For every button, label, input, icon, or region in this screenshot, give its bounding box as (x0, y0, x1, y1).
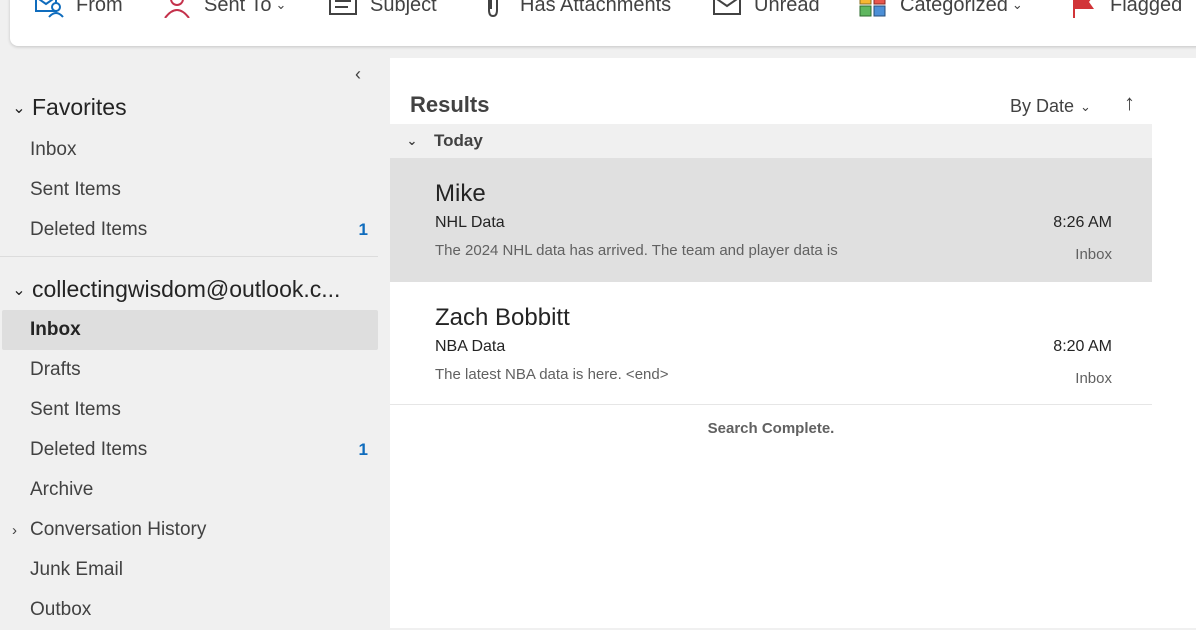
filter-subject-label: Subject (370, 0, 437, 16)
results-title: Results (410, 92, 490, 117)
search-filter-ribbon: From Sent To ⌄ Subject Has Attachments U… (10, 0, 1196, 46)
folder-label: Deleted Items (30, 219, 148, 240)
folder-item-inbox[interactable]: Inbox (2, 310, 378, 350)
message-subject: NBA Data (435, 338, 506, 355)
folder-label: Deleted Items (30, 439, 148, 460)
message-list-pane: Results By Date ⌄ ↑ ⌄ Today Mike NHL Dat… (390, 58, 1196, 628)
folder-item-outbox[interactable]: Outbox (2, 590, 378, 630)
folder-item-deleted-items[interactable]: Deleted Items 1 (2, 430, 378, 470)
category-icon (858, 0, 888, 18)
filter-subject[interactable]: Subject (328, 0, 437, 20)
sort-by-dropdown[interactable]: By Date ⌄ (1010, 96, 1091, 117)
folder-item-sent-items[interactable]: Sent Items (2, 390, 378, 430)
unread-count-badge: 1 (358, 220, 368, 239)
message-time: 8:26 AM (1053, 214, 1112, 231)
filter-unread-label: Unread (754, 0, 820, 16)
search-status: Search Complete. (707, 420, 835, 437)
favorites-group-header[interactable]: ⌄ Favorites (8, 94, 127, 121)
date-group-header[interactable]: ⌄ Today (390, 124, 1152, 158)
message-sender: Mike (435, 180, 486, 207)
sort-label: By Date (1010, 96, 1075, 116)
favorites-item-inbox[interactable]: Inbox (2, 130, 378, 170)
folder-label: Junk Email (30, 559, 123, 580)
folder-item-archive[interactable]: Archive (2, 470, 378, 510)
filter-from[interactable]: From (34, 0, 123, 20)
folder-label: Drafts (30, 359, 81, 380)
sort-direction-icon[interactable]: ↑ (1124, 90, 1135, 116)
list-separator (390, 404, 1152, 405)
account-group-header[interactable]: ⌄ collectingwisdom@outlook.c... (8, 276, 340, 303)
group-label: Today (434, 131, 483, 150)
chevron-right-icon[interactable]: › (12, 522, 17, 539)
folder-item-conversation-history[interactable]: › Conversation History (2, 510, 378, 550)
folder-label: Sent Items (30, 399, 121, 420)
divider (0, 256, 378, 257)
filter-flagged[interactable]: Flagged (1068, 0, 1182, 20)
favorites-item-sent-items[interactable]: Sent Items (2, 170, 378, 210)
filter-categorized-label: Categorized (900, 0, 1008, 16)
filter-sent-to-label: Sent To (204, 0, 272, 16)
message-folder: Inbox (1075, 246, 1112, 263)
message-time: 8:20 AM (1053, 338, 1112, 355)
filter-categorized[interactable]: Categorized ⌄ (858, 0, 1023, 20)
chevron-down-icon: ⌄ (1011, 0, 1023, 12)
chevron-down-icon: ⌄ (12, 99, 26, 117)
account-label: collectingwisdom@outlook.c... (32, 276, 341, 302)
folder-label: Inbox (30, 319, 81, 340)
folder-item-drafts[interactable]: Drafts (2, 350, 378, 390)
filter-sent-to[interactable]: Sent To ⌄ (162, 0, 286, 20)
folder-label: Outbox (30, 599, 92, 620)
filter-flagged-label: Flagged (1110, 0, 1183, 16)
from-icon (34, 0, 64, 18)
message-preview: The 2024 NHL data has arrived. The team … (435, 242, 838, 259)
subject-icon (328, 0, 358, 18)
person-icon (162, 0, 192, 18)
folder-item-junk-email[interactable]: Junk Email (2, 550, 378, 590)
message-preview: The latest NBA data is here. <end> (435, 366, 669, 383)
chevron-down-icon: ⌄ (1080, 98, 1091, 114)
filter-has-attachments-label: Has Attachments (520, 0, 672, 16)
flag-icon (1068, 0, 1098, 18)
filter-unread[interactable]: Unread (712, 0, 820, 20)
favorites-item-deleted-items[interactable]: Deleted Items 1 (2, 210, 378, 250)
folder-label: Conversation History (30, 519, 207, 540)
filter-from-label: From (76, 0, 123, 16)
chevron-down-icon: ⌄ (275, 0, 287, 12)
message-subject: NHL Data (435, 214, 505, 231)
message-row[interactable]: Mike NHL Data 8:26 AM The 2024 NHL data … (390, 158, 1152, 282)
favorites-label: Favorites (32, 94, 127, 120)
unread-count-badge: 1 (358, 440, 368, 459)
folder-label: Archive (30, 479, 94, 500)
message-sender: Zach Bobbitt (435, 304, 570, 331)
envelope-icon (712, 0, 742, 18)
chevron-down-icon: ⌄ (406, 133, 418, 148)
collapse-pane-icon[interactable]: ‹ (355, 64, 361, 85)
message-folder: Inbox (1075, 370, 1112, 387)
folder-label: Inbox (30, 139, 77, 160)
chevron-down-icon: ⌄ (12, 281, 26, 299)
paperclip-icon (478, 0, 508, 18)
filter-has-attachments[interactable]: Has Attachments (478, 0, 671, 20)
message-row[interactable]: Zach Bobbitt NBA Data 8:20 AM The latest… (390, 282, 1152, 406)
folder-pane: ‹ ⌄ Favorites Inbox Sent Items Deleted I… (0, 58, 386, 628)
folder-label: Sent Items (30, 179, 121, 200)
